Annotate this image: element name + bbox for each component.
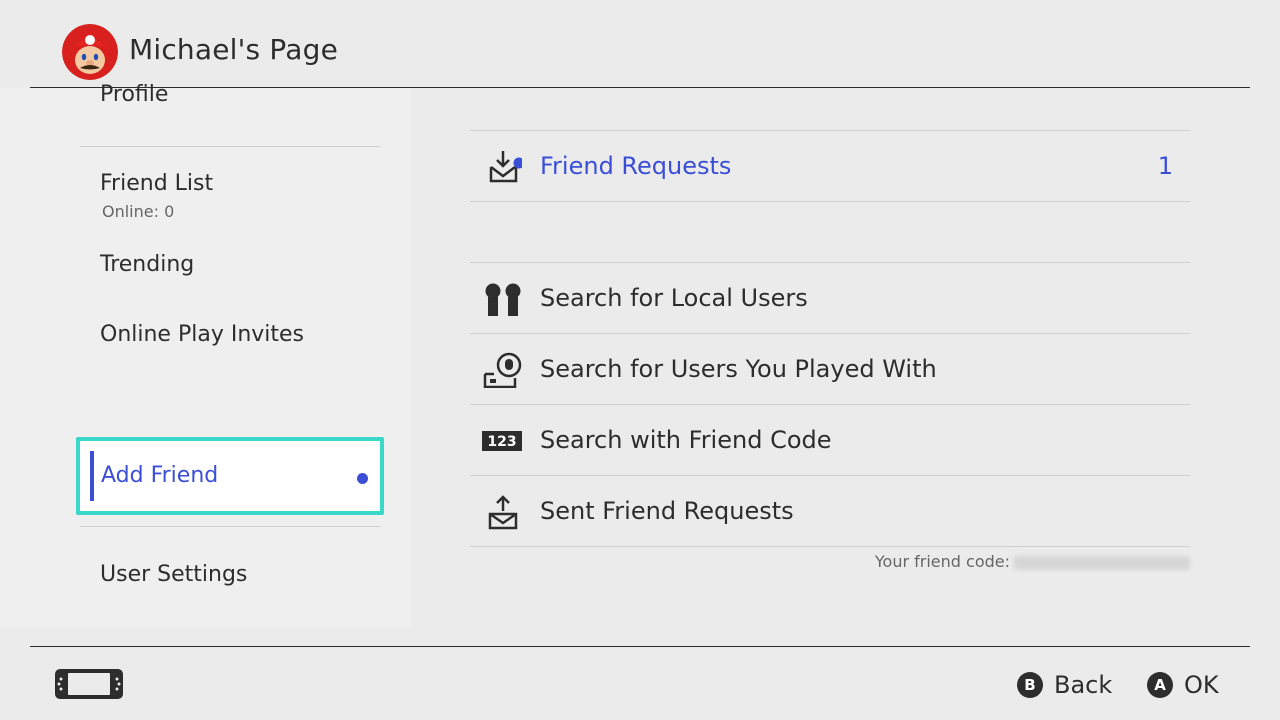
sidebar-item-add-friend[interactable]: Add Friend bbox=[76, 437, 384, 515]
avatar[interactable] bbox=[62, 24, 118, 80]
friend-request-count: 1 bbox=[1157, 152, 1173, 180]
b-button-icon: B bbox=[1017, 672, 1043, 698]
friend-code-line: Your friend code: bbox=[860, 552, 1190, 571]
back-label: Back bbox=[1054, 671, 1113, 699]
selection-indicator bbox=[90, 451, 94, 501]
search-played-with-row[interactable]: Search for Users You Played With bbox=[470, 334, 1190, 405]
row-label: Search for Local Users bbox=[540, 284, 808, 312]
sidebar-divider bbox=[80, 146, 380, 147]
friend-requests-row[interactable]: Friend Requests 1 bbox=[470, 131, 1190, 202]
sidebar-divider bbox=[80, 526, 380, 527]
sidebar-item-trending[interactable]: Trending bbox=[100, 252, 194, 277]
page-title: Michael's Page bbox=[129, 33, 339, 66]
ok-button[interactable]: A OK bbox=[1147, 670, 1219, 700]
notification-dot bbox=[357, 473, 368, 484]
friend-list-online-count: Online: 0 bbox=[102, 202, 175, 221]
outbox-upload-icon bbox=[482, 494, 522, 530]
row-label: Friend Requests bbox=[540, 152, 732, 180]
ok-label: OK bbox=[1184, 671, 1219, 699]
svg-text:123: 123 bbox=[487, 434, 516, 450]
sidebar-item-online-play-invites[interactable]: Online Play Invites bbox=[100, 322, 304, 347]
sidebar-item-user-settings[interactable]: User Settings bbox=[100, 562, 247, 587]
sent-friend-requests-row[interactable]: Sent Friend Requests bbox=[470, 476, 1190, 547]
page-header: Michael's Page bbox=[0, 0, 1280, 88]
handheld-console-icon bbox=[54, 668, 124, 700]
a-button-icon: A bbox=[1147, 672, 1173, 698]
sidebar-item-friend-list[interactable]: Friend List bbox=[100, 171, 213, 196]
back-button[interactable]: B Back bbox=[1017, 670, 1112, 700]
friend-code-icon: 123 bbox=[482, 423, 522, 459]
sidebar-item-profile[interactable]: Profile bbox=[100, 82, 168, 107]
sidebar-item-label: Add Friend bbox=[101, 463, 219, 488]
footer-divider bbox=[30, 646, 1250, 647]
local-users-icon bbox=[482, 281, 522, 317]
row-divider bbox=[470, 546, 1190, 547]
row-label: Search for Users You Played With bbox=[540, 355, 937, 383]
sidebar bbox=[0, 88, 410, 628]
row-divider bbox=[470, 201, 1190, 202]
search-local-users-row[interactable]: Search for Local Users bbox=[470, 263, 1190, 334]
row-label: Search with Friend Code bbox=[540, 426, 832, 454]
friend-code-label: Your friend code: bbox=[874, 552, 1010, 571]
played-with-icon bbox=[482, 352, 522, 389]
row-label: Sent Friend Requests bbox=[540, 497, 794, 525]
inbox-download-icon bbox=[482, 149, 525, 185]
search-friend-code-row[interactable]: 123 Search with Friend Code bbox=[470, 405, 1190, 476]
friend-code-redacted bbox=[1014, 555, 1190, 570]
